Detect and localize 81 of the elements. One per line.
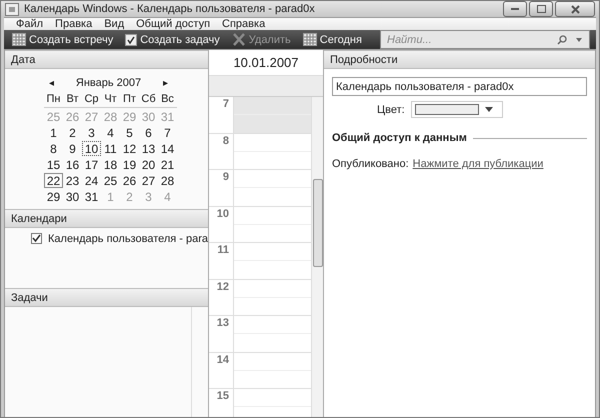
name-field[interactable]: Календарь пользователя - parad0x: [332, 77, 587, 96]
pane-title: Подробности: [330, 54, 398, 66]
calendar-day[interactable]: 8: [44, 141, 63, 156]
color-dropdown[interactable]: [410, 101, 503, 118]
month-title: Январь 2007: [76, 77, 142, 89]
next-month-button[interactable]: ▸: [162, 77, 168, 89]
close-button[interactable]: [555, 1, 595, 17]
window-title: Календарь Windows - Календарь пользователя - parad0x: [24, 3, 315, 15]
calendar-day[interactable]: 1: [44, 125, 63, 140]
previous-month-button[interactable]: ◂: [49, 77, 54, 89]
calendar-day[interactable]: 27: [139, 173, 158, 188]
calendar-day[interactable]: 23: [63, 173, 82, 188]
calendar-day[interactable]: 4: [101, 125, 120, 140]
search-icon: [557, 34, 567, 44]
calendar-day[interactable]: 2: [63, 125, 82, 140]
maximize-button[interactable]: [529, 1, 553, 17]
calendar-day[interactable]: 29: [44, 189, 63, 204]
pane-title: Дата: [11, 54, 36, 66]
calendar-day[interactable]: 22: [44, 173, 63, 188]
checkmark-icon: [32, 234, 41, 243]
calendar-day[interactable]: 17: [82, 157, 101, 172]
section-heading: Общий доступ к данным: [332, 132, 467, 144]
menu-item[interactable]: Справка: [222, 18, 266, 30]
calendar-day[interactable]: 18: [101, 157, 120, 172]
publish-link[interactable]: Нажмите для публикации: [412, 158, 544, 170]
calendar-day[interactable]: 25: [101, 173, 120, 188]
dropdown-arrow-icon: [484, 107, 493, 112]
checkbox-icon: [125, 34, 138, 46]
calendar-day[interactable]: 11: [101, 141, 120, 156]
close-icon: [570, 4, 580, 14]
calendar-day[interactable]: 3: [82, 125, 101, 140]
toolbar-button[interactable]: Создать задачу: [123, 32, 222, 48]
color-label: Цвет:: [377, 104, 405, 116]
calendar-name[interactable]: Календарь пользователя - para: [48, 233, 208, 245]
maximize-icon: [536, 5, 546, 13]
calendar-day[interactable]: 7: [158, 125, 177, 140]
weekday-label: Чт: [101, 93, 120, 108]
calendar-day[interactable]: 26: [120, 173, 139, 188]
x-icon: [232, 33, 246, 46]
dropdown-arrow-icon[interactable]: [573, 36, 585, 42]
calendar-day[interactable]: 28: [158, 173, 177, 188]
published-label: Опубликовано:: [332, 158, 409, 170]
calendar-day[interactable]: 31: [82, 189, 101, 204]
menu-item[interactable]: Правка: [55, 18, 92, 30]
weekday-label: Ср: [82, 93, 101, 108]
search-field[interactable]: Найти...: [385, 32, 557, 46]
menu-item[interactable]: Общий доступ: [136, 18, 210, 30]
calendar-day[interactable]: 19: [120, 157, 139, 172]
calendar-icon: [302, 33, 317, 46]
all-day-area[interactable]: [209, 76, 323, 97]
calendar-day[interactable]: 21: [158, 157, 177, 172]
calendar-day[interactable]: 10: [82, 141, 101, 156]
calendar-day[interactable]: 12: [120, 141, 139, 156]
checkbox[interactable]: [31, 233, 42, 244]
calendar-day[interactable]: 14: [158, 141, 177, 156]
calendar-day[interactable]: 6: [139, 125, 158, 140]
calendar-day[interactable]: 24: [82, 173, 101, 188]
menu-item[interactable]: Вид: [104, 18, 124, 30]
weekday-label: Вт: [63, 93, 82, 108]
scrollbar[interactable]: [311, 97, 323, 417]
toolbar-button[interactable]: Создать встречу: [10, 31, 116, 48]
menu-item[interactable]: Файл: [16, 18, 44, 30]
weekday-label: Пн: [44, 93, 63, 108]
calendar-day[interactable]: 16: [63, 157, 82, 172]
calendar-icon: [12, 33, 26, 46]
calendar-day[interactable]: 30: [63, 189, 82, 204]
weekday-label: Пт: [120, 93, 139, 108]
time-slot[interactable]: [234, 97, 311, 132]
minimize-button[interactable]: [503, 1, 527, 17]
weekday-label: Вс: [158, 93, 177, 108]
calendar-day[interactable]: 20: [139, 157, 158, 172]
weekday-label: Сб: [139, 93, 158, 108]
search-box[interactable]: Найти...: [380, 30, 590, 49]
calendar-day[interactable]: 15: [44, 157, 63, 172]
minimize-icon: [511, 8, 519, 10]
toolbar-button[interactable]: Сегодня: [300, 31, 364, 48]
pane-title: Календари: [11, 212, 67, 224]
pane-title: Задачи: [11, 292, 48, 304]
calendar-day[interactable]: 5: [120, 125, 139, 140]
calendar-day[interactable]: 13: [139, 141, 158, 156]
calendar-day[interactable]: 9: [63, 141, 82, 156]
